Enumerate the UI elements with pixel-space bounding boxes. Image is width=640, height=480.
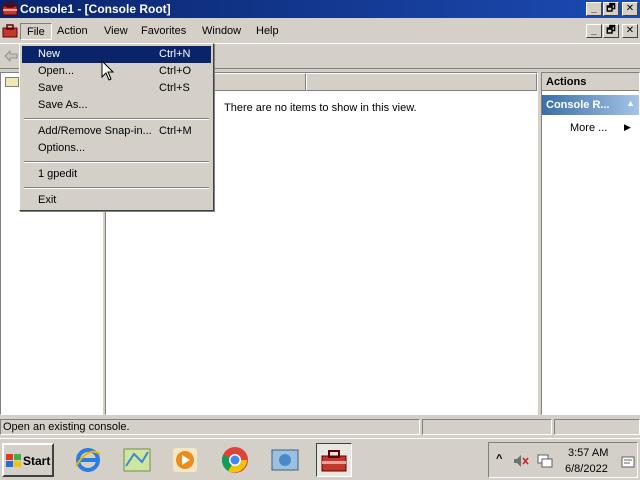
volume-muted-icon[interactable] bbox=[513, 454, 529, 468]
empty-view-message: There are no items to show in this view. bbox=[224, 102, 417, 114]
gpedit-icon[interactable] bbox=[267, 443, 303, 477]
taskbar: Start ^ 3:57 AM 6/8/2022 bbox=[0, 438, 640, 480]
file-menu-add-remove-snapin[interactable]: Add/Remove Snap-in... Ctrl+M bbox=[22, 123, 211, 140]
menu-item-label: Add/Remove Snap-in... bbox=[38, 125, 152, 137]
file-menu-recent-gpedit[interactable]: 1 gpedit bbox=[22, 166, 211, 183]
window-title: Console1 - [Console Root] bbox=[20, 2, 171, 16]
windows-flag-icon bbox=[6, 454, 21, 467]
actions-pane: Actions Console R... ▲ More ... ▶ bbox=[541, 72, 640, 415]
actions-section-title: Console R... bbox=[546, 99, 610, 111]
menu-item-label: Exit bbox=[38, 194, 57, 206]
mmc-toolbox-icon bbox=[2, 2, 18, 16]
file-menu-new[interactable]: New Ctrl+N bbox=[22, 46, 211, 63]
menu-window[interactable]: Window bbox=[196, 23, 247, 40]
menu-help[interactable]: Help bbox=[250, 23, 285, 40]
actions-header: Actions bbox=[542, 73, 639, 91]
collapse-arrow-icon[interactable]: ▲ bbox=[626, 98, 635, 108]
clock-date[interactable]: 6/8/2022 bbox=[565, 463, 608, 475]
menu-item-shortcut: Ctrl+S bbox=[159, 82, 190, 94]
minimize-button[interactable]: _ bbox=[586, 2, 602, 16]
back-arrow-icon[interactable] bbox=[4, 50, 18, 62]
menu-item-label: Save bbox=[38, 82, 64, 94]
menu-separator bbox=[24, 161, 209, 163]
status-bar: Open an existing console. bbox=[0, 418, 640, 436]
internet-explorer-icon[interactable] bbox=[70, 443, 106, 477]
network-icon[interactable] bbox=[537, 453, 553, 469]
chrome-icon[interactable] bbox=[217, 443, 253, 477]
mmc-console-icon[interactable] bbox=[316, 443, 352, 477]
menu-file[interactable]: File bbox=[20, 23, 52, 40]
media-player-icon[interactable] bbox=[167, 443, 203, 477]
file-menu-open[interactable]: Open... Ctrl+O bbox=[22, 63, 211, 80]
maximize-button[interactable]: 🗗 bbox=[603, 2, 619, 16]
menu-item-shortcut: Ctrl+O bbox=[159, 65, 192, 77]
menu-item-shortcut: Ctrl+M bbox=[159, 125, 192, 137]
menu-item-shortcut: Ctrl+N bbox=[159, 48, 191, 60]
child-maximize-button[interactable]: 🗗 bbox=[603, 24, 619, 38]
map-icon[interactable] bbox=[119, 443, 155, 477]
menu-favorites[interactable]: Favorites bbox=[135, 23, 192, 40]
title-bar[interactable]: Console1 - [Console Root] _ 🗗 ✕ bbox=[0, 0, 640, 18]
mmc-toolbox-icon[interactable] bbox=[2, 23, 18, 39]
tray-expand-icon[interactable]: ^ bbox=[496, 453, 502, 465]
system-tray: ^ 3:57 AM 6/8/2022 bbox=[488, 442, 638, 478]
file-menu-options[interactable]: Options... bbox=[22, 140, 211, 157]
menu-item-label: 1 gpedit bbox=[38, 168, 78, 180]
menu-action[interactable]: Action bbox=[51, 23, 94, 40]
child-minimize-button[interactable]: _ bbox=[586, 24, 602, 38]
file-menu-save-as[interactable]: Save As... bbox=[22, 97, 211, 114]
menu-item-label: Options... bbox=[38, 142, 86, 154]
column-header[interactable] bbox=[306, 73, 537, 91]
status-text: Open an existing console. bbox=[0, 419, 420, 435]
file-menu-save[interactable]: Save Ctrl+S bbox=[22, 80, 211, 97]
file-menu-dropdown: New Ctrl+N Open... Ctrl+O Save Ctrl+S Sa… bbox=[19, 43, 214, 211]
menu-item-label: New bbox=[38, 48, 61, 60]
actions-more-link[interactable]: More ... bbox=[570, 122, 607, 134]
menu-item-label: Open... bbox=[38, 65, 75, 77]
action-center-icon[interactable] bbox=[621, 456, 635, 468]
menu-separator bbox=[24, 187, 209, 189]
actions-section-console-root[interactable]: Console R... ▲ bbox=[542, 95, 639, 115]
child-close-button[interactable]: ✕ bbox=[622, 24, 638, 38]
status-cell bbox=[554, 419, 640, 435]
menu-view[interactable]: View bbox=[98, 23, 134, 40]
clock-time[interactable]: 3:57 AM bbox=[568, 447, 608, 459]
mouse-cursor-icon bbox=[101, 60, 115, 81]
menu-bar: File Action View Favorites Window Help bbox=[0, 20, 640, 42]
start-label: Start bbox=[23, 454, 51, 468]
file-menu-exit[interactable]: Exit bbox=[22, 192, 211, 209]
status-cell bbox=[422, 419, 552, 435]
start-button[interactable]: Start bbox=[2, 443, 54, 477]
close-button[interactable]: ✕ bbox=[622, 2, 638, 16]
folder-icon[interactable] bbox=[5, 77, 19, 87]
submenu-arrow-icon: ▶ bbox=[624, 122, 631, 132]
menu-separator bbox=[24, 118, 209, 120]
menu-item-label: Save As... bbox=[38, 99, 88, 111]
